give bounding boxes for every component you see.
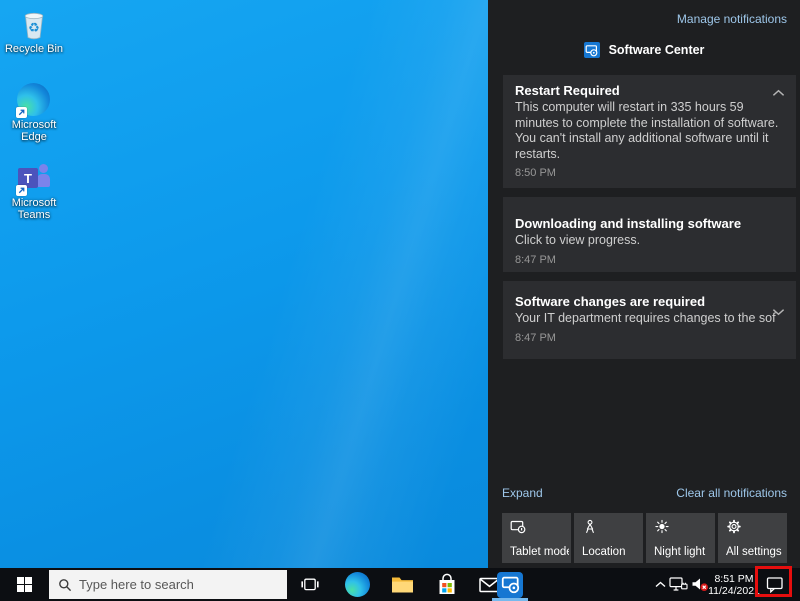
notification-title: Restart Required [515, 83, 782, 99]
chevron-up-icon[interactable] [770, 87, 786, 99]
tray-date: 11/24/2021 [708, 585, 760, 597]
taskbar-file-explorer-button[interactable] [384, 568, 420, 601]
tray-network-button[interactable] [668, 568, 689, 601]
windows-desktop-screen: ♻ Recycle Bin Microsoft Edge T [0, 0, 800, 601]
ethernet-network-icon [669, 577, 688, 592]
quick-action-label: Location [582, 546, 641, 558]
clear-all-notifications-link[interactable]: Clear all notifications [676, 486, 787, 500]
edge-icon [17, 83, 51, 117]
software-center-icon [497, 572, 523, 598]
file-explorer-icon [391, 575, 414, 594]
windows-logo-icon [17, 577, 32, 592]
chevron-up-icon [655, 581, 666, 588]
notification-restart-required[interactable]: Restart Required This computer will rest… [503, 75, 796, 188]
settings-gear-icon [726, 519, 742, 534]
desktop-icon-recycle-bin[interactable]: ♻ Recycle Bin [5, 7, 63, 55]
quick-action-location[interactable]: Location [574, 513, 643, 563]
quick-action-night-light[interactable]: Night light [646, 513, 715, 563]
chevron-down-icon[interactable] [770, 306, 786, 318]
expand-link[interactable]: Expand [502, 486, 543, 500]
task-view-button[interactable] [292, 568, 328, 601]
desktop-icon-microsoft-edge[interactable]: Microsoft Edge [5, 83, 63, 143]
location-icon [582, 519, 598, 534]
desktop-icon-label: Microsoft Teams [4, 197, 64, 221]
notification-body: Click to view progress. [515, 233, 782, 249]
notification-downloading-software[interactable]: Downloading and installing software Clic… [503, 197, 796, 272]
taskbar-software-center-button[interactable] [489, 568, 531, 601]
shortcut-arrow-icon [16, 185, 27, 196]
svg-text:♻: ♻ [28, 20, 40, 35]
shortcut-arrow-icon [16, 107, 27, 118]
night-light-icon [654, 519, 670, 534]
quick-action-label: Tablet mode [510, 546, 569, 558]
quick-actions-row: Tablet mode Location [502, 513, 787, 563]
teams-icon: T [17, 161, 51, 195]
desktop-icon-microsoft-teams[interactable]: T Microsoft Teams [5, 161, 63, 221]
desktop-icon-label: Microsoft Edge [4, 119, 64, 143]
taskbar-microsoft-store-button[interactable] [429, 568, 465, 601]
notification-title: Software changes are required [515, 294, 790, 310]
notification-group-title: Software Center [609, 43, 705, 57]
taskbar: 8:51 PM 11/24/2021 [0, 568, 800, 601]
edge-icon [345, 572, 370, 597]
notification-software-changes[interactable]: Software changes are required Your IT de… [503, 281, 796, 359]
notification-timestamp: 8:47 PM [515, 332, 790, 344]
quick-action-label: All settings [726, 546, 785, 558]
notification-body: This computer will restart in 335 hours … [515, 100, 782, 162]
taskbar-search[interactable] [49, 570, 287, 599]
action-center-button[interactable] [758, 568, 792, 601]
notification-timestamp: 8:50 PM [515, 167, 782, 179]
notification-list: Restart Required This computer will rest… [503, 75, 796, 368]
task-view-icon [301, 577, 319, 592]
notification-body: Your IT department requires changes to t… [515, 311, 790, 327]
tray-clock[interactable]: 8:51 PM 11/24/2021 [711, 568, 757, 601]
tray-time: 8:51 PM [714, 573, 753, 585]
notification-title: Downloading and installing software [515, 216, 782, 232]
action-center-panel: Manage notifications Software Center Res… [488, 0, 800, 568]
taskbar-edge-button[interactable] [339, 568, 375, 601]
software-center-icon [584, 42, 600, 58]
action-center-footer: Expand Clear all notifications [502, 486, 787, 500]
tray-show-hidden-icons-button[interactable] [652, 568, 668, 601]
microsoft-store-icon [436, 573, 458, 596]
search-icon [58, 578, 72, 592]
quick-action-all-settings[interactable]: All settings [718, 513, 787, 563]
recycle-bin-icon: ♻ [17, 7, 51, 41]
quick-action-tablet-mode[interactable]: Tablet mode [502, 513, 571, 563]
tablet-mode-icon [510, 519, 526, 534]
notification-group-header[interactable]: Software Center [488, 42, 800, 58]
notification-timestamp: 8:47 PM [515, 254, 782, 266]
desktop-icon-label: Recycle Bin [4, 43, 64, 55]
start-button[interactable] [0, 568, 48, 601]
action-center-icon [766, 576, 784, 593]
manage-notifications-link[interactable]: Manage notifications [677, 12, 787, 26]
quick-action-label: Night light [654, 546, 713, 558]
speaker-muted-icon [691, 577, 709, 592]
search-input[interactable] [79, 577, 264, 592]
